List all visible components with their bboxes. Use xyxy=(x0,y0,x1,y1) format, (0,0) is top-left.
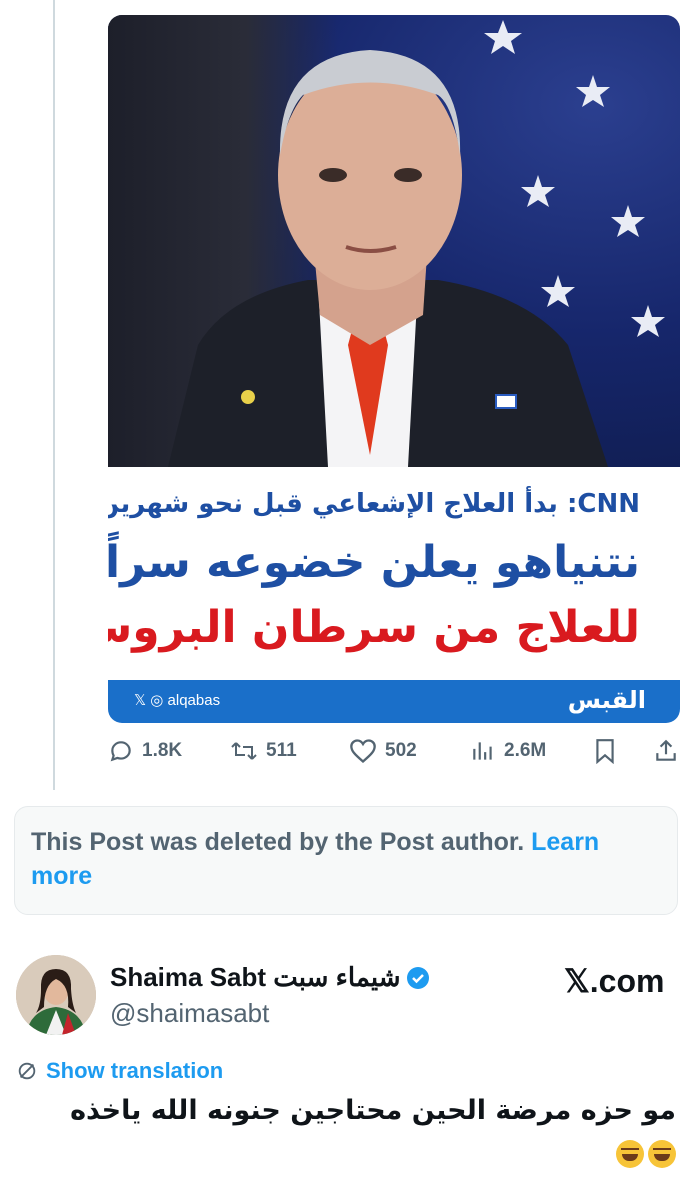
reply-count: 1.8K xyxy=(142,740,183,761)
rolling-laughing-emoji-icon xyxy=(616,1140,644,1168)
tweet-emojis xyxy=(616,1140,676,1168)
headline-area: CNN: بدأ العلاج الإشعاعي قبل نحو شهرين و… xyxy=(108,467,680,680)
post-media-image[interactable]: CNN: بدأ العلاج الإشعاعي قبل نحو شهرين و… xyxy=(108,15,680,723)
repost-button[interactable]: 511 xyxy=(230,735,297,767)
author-name: Shaima Sabt شيماء سبت xyxy=(110,962,401,992)
brand-logo: القبس xyxy=(567,686,646,714)
translate-icon xyxy=(18,1062,36,1080)
avatar[interactable] xyxy=(16,955,96,1035)
views-chart-icon xyxy=(473,742,492,760)
views-button[interactable]: 2.6M xyxy=(470,735,546,767)
x-com-watermark: 𝕏 .com xyxy=(564,962,665,1000)
sub-headline: CNN: بدأ العلاج الإشعاعي قبل نحو شهرين و… xyxy=(108,489,640,519)
headline-blue: نتنياهو يعلن خضوعه سراً xyxy=(108,537,641,588)
x-logo-icon: 𝕏 xyxy=(134,692,147,709)
share-icon xyxy=(656,739,676,761)
bookmark-button[interactable] xyxy=(593,735,617,767)
author-handle[interactable]: @shaimasabt xyxy=(110,998,269,1029)
news-photo xyxy=(108,15,680,467)
reply-icon xyxy=(110,741,131,762)
instagram-icon: ◎ xyxy=(150,692,164,709)
show-translation-label: Show translation xyxy=(46,1058,224,1083)
x-logo-icon: 𝕏 xyxy=(564,963,590,999)
heart-icon xyxy=(350,739,376,764)
deleted-post-notice: This Post was deleted by the Post author… xyxy=(14,806,678,915)
thread-connector-line xyxy=(53,0,55,790)
tweet-text: مو حزه مرضة الحين محتاجين جنونه الله ياخ… xyxy=(70,1095,676,1126)
bookmark-icon xyxy=(596,739,614,764)
author-name-row[interactable]: Shaima Sabt شيماء سبت xyxy=(110,962,430,993)
repost-count: 511 xyxy=(266,740,297,761)
views-count: 2.6M xyxy=(504,740,547,761)
brand-bar: 𝕏 ◎ alqabas القبس xyxy=(108,680,680,723)
post-action-bar: 1.8K 511 502 2.6M xyxy=(108,735,680,767)
like-count: 502 xyxy=(385,740,417,761)
show-translation-button[interactable]: Show translation xyxy=(16,1058,223,1084)
headline-red: للعلاج من سرطان البروستاتا xyxy=(108,602,641,653)
reply-button[interactable]: 1.8K xyxy=(108,735,182,767)
verified-badge-icon xyxy=(407,966,430,989)
brand-handle: 𝕏 ◎ alqabas xyxy=(134,692,221,709)
rolling-laughing-emoji-icon xyxy=(648,1140,676,1168)
deleted-notice-text: This Post was deleted by the Post author… xyxy=(31,828,525,856)
like-button[interactable]: 502 xyxy=(349,735,417,767)
repost-icon xyxy=(231,742,257,760)
share-button[interactable] xyxy=(653,735,679,767)
